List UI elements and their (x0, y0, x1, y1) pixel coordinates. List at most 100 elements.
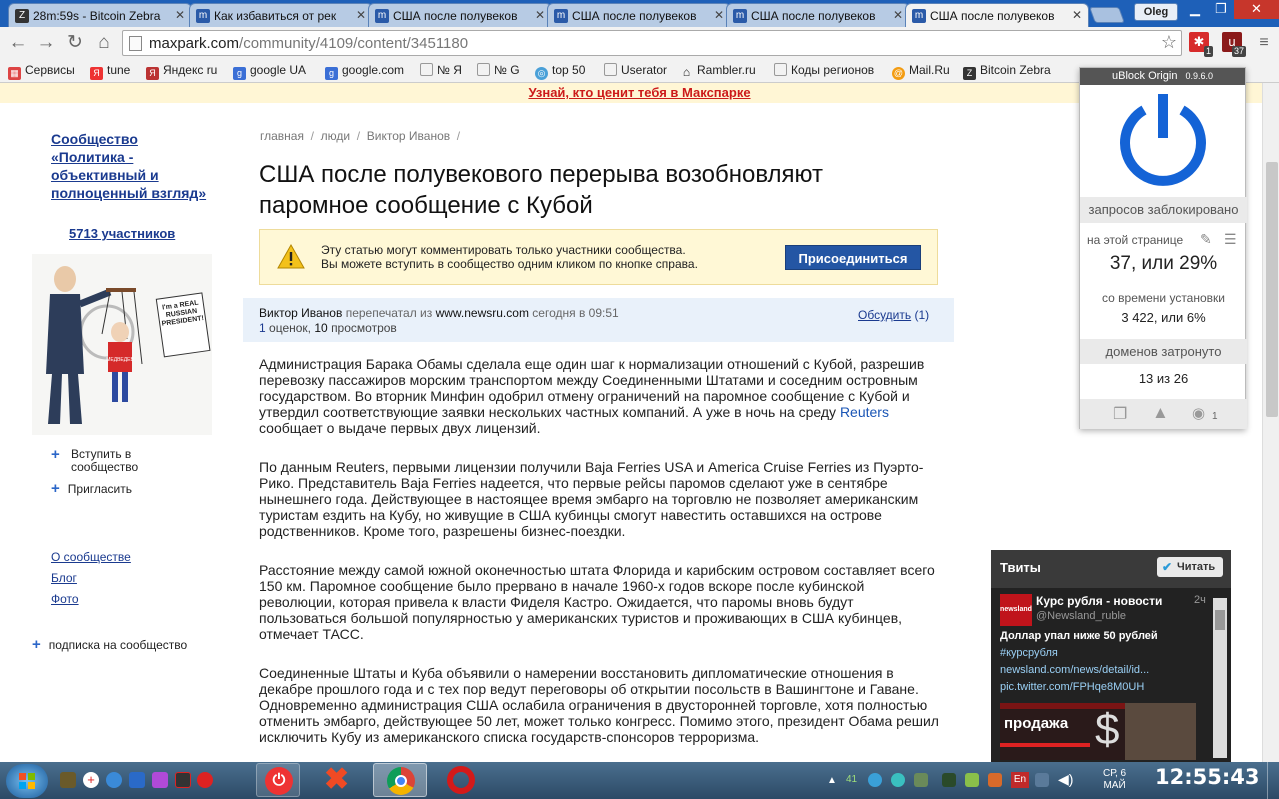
invite-link[interactable]: + Пригласить (51, 481, 132, 496)
tray-icon[interactable] (988, 773, 1002, 787)
discuss-link[interactable]: Обсудить (1) (858, 308, 929, 322)
reload-icon[interactable]: ↻ (63, 31, 87, 55)
language-indicator[interactable]: En (1011, 772, 1029, 788)
report-warning-icon[interactable]: ▲ (1152, 403, 1169, 423)
clock[interactable]: 12:55:43 (1155, 765, 1259, 789)
tweet-image[interactable]: продажа $ (1000, 703, 1196, 760)
source-link[interactable]: www.newsru.com (436, 306, 529, 320)
taskbar-app-chrome[interactable] (373, 763, 427, 797)
restore-icon[interactable]: ❐ (1208, 0, 1234, 19)
quicklaunch-icon[interactable]: + (83, 772, 99, 788)
bookmark-bitcoin-zebra[interactable]: Z Bitcoin Zebra (963, 63, 1051, 80)
tab-article[interactable]: m Как избавиться от рек ✕ (189, 3, 373, 27)
tray-expand-icon[interactable]: ▲ (827, 775, 837, 786)
bookmark-tune[interactable]: Яtune (90, 63, 130, 80)
domains-value: 13 из 26 (1138, 371, 1189, 386)
tray-icon[interactable] (914, 773, 928, 787)
power-icon[interactable] (1116, 92, 1210, 186)
page-scrollbar[interactable] (1262, 83, 1279, 762)
subscribe-link[interactable]: + подписка на сообщество (32, 637, 187, 652)
tab-bitcoin-zebra[interactable]: Z 28m:59s - Bitcoin Zebra ✕ (8, 3, 192, 27)
blog-link[interactable]: Блог (51, 571, 77, 585)
notice-line1: Эту статью могут комментировать только у… (321, 243, 686, 257)
address-bar[interactable]: maxpark.com/community/4109/content/34511… (122, 30, 1182, 56)
bookmark-top50[interactable]: ◎ top 50 (535, 63, 585, 80)
bookmark-yandex[interactable]: Я Яндекс ru (146, 63, 217, 80)
quicklaunch-icon[interactable] (106, 772, 122, 788)
back-icon[interactable]: ← (6, 31, 30, 55)
quicklaunch-icon[interactable] (175, 772, 191, 788)
close-icon[interactable]: ✕ (356, 8, 366, 22)
bookmark-star-icon[interactable]: ☆ (1161, 32, 1177, 53)
minimize-icon[interactable]: ▁ (1182, 0, 1208, 19)
home-icon[interactable]: ⌂ (92, 31, 116, 55)
tab-article-active[interactable]: m США после полувеков ✕ (905, 3, 1089, 27)
close-icon[interactable]: ✕ (535, 8, 545, 22)
members-link[interactable]: 5713 участников (69, 226, 175, 241)
close-icon[interactable]: ✕ (175, 8, 185, 22)
tweets-scrollbar[interactable] (1213, 598, 1227, 758)
close-icon[interactable]: ✕ (1072, 8, 1082, 22)
eyedropper-icon[interactable]: ✎ (1200, 231, 1212, 248)
start-button[interactable] (6, 764, 48, 798)
author-link[interactable]: Виктор Иванов (259, 306, 342, 320)
menu-icon[interactable]: ≡ (1252, 31, 1276, 55)
ublock-icon[interactable]: u 37 (1222, 32, 1246, 57)
community-title-link[interactable]: Сообщество «Политика - объективный и пол… (51, 130, 211, 202)
logger-icon[interactable]: ☰ (1224, 231, 1237, 248)
bookmark-regions[interactable]: Коды регионов (774, 63, 874, 77)
copy-icon[interactable]: ❐ (1113, 404, 1127, 424)
taskbar-app-power[interactable]: ⏻ (256, 763, 300, 797)
taskbar-app-x[interactable]: ✖ (314, 763, 366, 797)
promo-link[interactable]: Узнай, кто ценит тебя в Макспарке (528, 85, 750, 100)
close-icon[interactable]: ✕ (714, 8, 724, 22)
tab-article[interactable]: m США после полувеков ✕ (547, 3, 731, 27)
join-community-link[interactable]: + Вступить в сообщество (51, 447, 161, 474)
join-button[interactable]: Присоединиться (785, 245, 921, 270)
bookmark-rambler[interactable]: ⌂ Rambler.ru (680, 63, 756, 79)
quicklaunch-icon[interactable] (152, 772, 168, 788)
bookmark-n-ya[interactable]: № Я (420, 63, 462, 77)
volume-icon[interactable]: ◀) (1058, 771, 1073, 788)
quicklaunch-icon[interactable] (60, 772, 76, 788)
tray-icon[interactable] (942, 773, 956, 787)
follow-button[interactable]: ✔ Читать (1157, 557, 1223, 577)
tweet-account[interactable]: Курс рубля - новости (1036, 594, 1162, 608)
show-desktop-button[interactable] (1267, 762, 1279, 799)
bookmark-mailru[interactable]: @ Mail.Ru (892, 63, 950, 80)
bookmark-n-g[interactable]: № G (477, 63, 520, 77)
tweet-hashtag[interactable]: #курсрубля (1000, 647, 1058, 659)
tab-article[interactable]: m США после полувеков ✕ (726, 3, 910, 27)
quicklaunch-icon[interactable] (197, 772, 213, 788)
bookmark-google-com[interactable]: g google.com (325, 63, 404, 80)
taskbar-app-opera[interactable] (434, 763, 488, 797)
tweet-handle[interactable]: @Newsland_ruble (1036, 610, 1126, 622)
about-community-link[interactable]: О сообществе (51, 550, 131, 564)
bookmark-google-ua[interactable]: g google UA (233, 63, 306, 80)
tweet-pic-link[interactable]: pic.twitter.com/FPHqe8M0UH (1000, 681, 1144, 693)
date-display[interactable]: СР, 6 МАЙ (1103, 768, 1126, 792)
network-icon[interactable] (1035, 773, 1049, 787)
forward-icon[interactable]: → (34, 31, 58, 55)
discuss-count: (1) (914, 308, 930, 322)
scroll-thumb[interactable] (1266, 162, 1278, 417)
user-profile-button[interactable]: Oleg (1134, 3, 1178, 21)
tray-icon[interactable] (868, 773, 882, 787)
breadcrumb-people[interactable]: люди (321, 129, 350, 143)
new-tab-button[interactable] (1089, 7, 1125, 23)
window-close-icon[interactable]: ✕ (1234, 0, 1279, 19)
tab-article[interactable]: m США после полувеков ✕ (368, 3, 552, 27)
breadcrumb-author[interactable]: Виктор Иванов (367, 129, 450, 143)
bookmark-userator[interactable]: Userator (604, 63, 667, 77)
photo-link[interactable]: Фото (51, 592, 79, 606)
eye-slash-icon[interactable]: ◉ (1192, 404, 1205, 422)
breadcrumb-home[interactable]: главная (260, 129, 304, 143)
tray-icon[interactable] (891, 773, 905, 787)
tray-icon[interactable] (965, 773, 979, 787)
tweet-link[interactable]: newsland.com/news/detail/id... (1000, 664, 1149, 676)
quicklaunch-icon[interactable] (129, 772, 145, 788)
bookmark-services[interactable]: ▦ Сервисы (8, 63, 75, 80)
extension-red-icon[interactable]: ✱ 1 (1189, 32, 1213, 57)
reuters-link[interactable]: Reuters (840, 404, 889, 420)
close-icon[interactable]: ✕ (893, 8, 903, 22)
